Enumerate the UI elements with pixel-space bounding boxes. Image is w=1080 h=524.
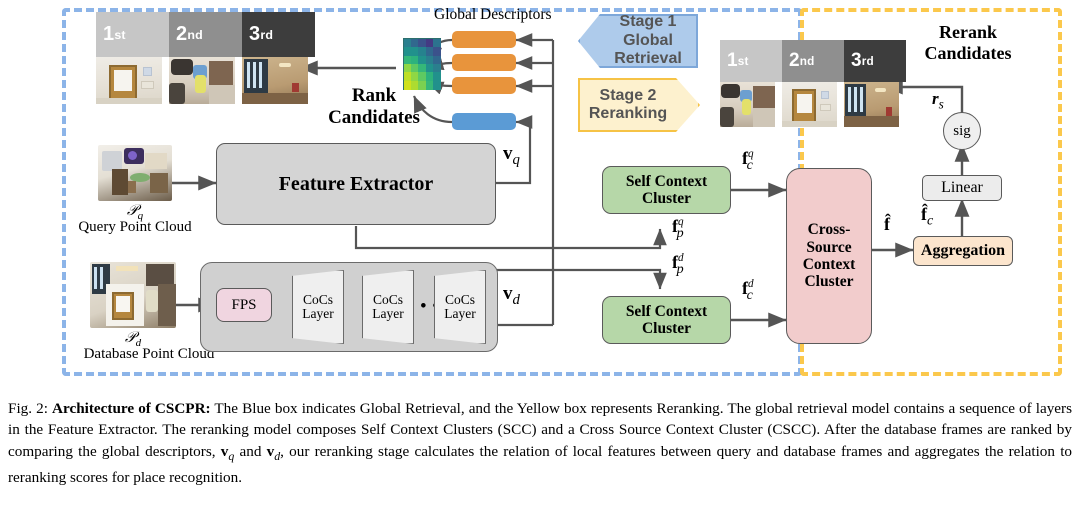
f-c-q-label: fqc	[742, 148, 754, 173]
f-hat-label: f̂	[884, 214, 890, 234]
rank-candidate-1-label: 1st	[96, 12, 169, 57]
global-descriptors-label: Global Descriptors	[434, 6, 552, 23]
query-point-cloud-caption: Query Point Cloud	[78, 219, 192, 235]
self-context-cluster-query-box: Self Context Cluster	[602, 166, 731, 214]
fps-box: FPS	[216, 288, 272, 322]
v-q-label: vq	[503, 143, 520, 168]
rerank-candidate-2-label: 2nd	[782, 40, 844, 82]
rank-candidate-2: 2nd	[169, 12, 242, 104]
figure-title: Architecture of CSCPR:	[52, 400, 211, 417]
heatmap-cell	[432, 80, 441, 90]
sigmoid-node: sig	[943, 112, 981, 150]
rank-candidate-3-label: 3rd	[242, 12, 315, 57]
rank-candidate-1: 1st	[96, 12, 169, 104]
rerank-candidate-2-image	[782, 82, 837, 127]
figure-caption: Fig. 2: Architecture of CSCPR: The Blue …	[8, 398, 1072, 489]
rank-candidate-2-image	[169, 57, 235, 104]
stage-2-arrow: Stage 2 Reranking	[578, 78, 700, 132]
cocs-layer-1: CoCs Layer	[292, 270, 344, 344]
rerank-candidate-1-image	[720, 82, 775, 127]
v-d-label: vd	[503, 283, 520, 308]
global-descriptor-bar-query	[452, 113, 516, 130]
query-point-cloud-image	[98, 145, 172, 201]
feature-extractor-box: Feature Extractor	[216, 143, 496, 225]
rerank-candidate-2: 2nd	[782, 40, 844, 127]
rerank-candidates-thumbnails: 1st 2nd 3rd	[720, 40, 906, 127]
similarity-heatmap	[403, 38, 441, 90]
rank-candidates-thumbnails: 1st 2nd 3rd	[96, 12, 315, 104]
rank-candidate-1-image	[96, 57, 162, 104]
f-p-d-label: fdp	[672, 252, 684, 277]
f-p-q-label: fqp	[672, 216, 684, 241]
global-descriptor-bar-1	[452, 31, 516, 48]
rerank-candidates-label: Rerank Candidates	[924, 22, 1012, 63]
rank-candidates-label: Rank Candidates	[328, 85, 420, 128]
rank-candidate-2-label: 2nd	[169, 12, 242, 57]
cocs-layer-2: CoCs Layer	[362, 270, 414, 344]
stage-1-arrow: Stage 1 Global Retrieval	[578, 14, 698, 68]
figure-number: Fig. 2:	[8, 400, 48, 417]
linear-box: Linear	[922, 175, 1002, 201]
f-hat-c-label: f̂c	[921, 204, 934, 229]
rerank-candidate-3-image	[844, 82, 899, 127]
global-descriptor-bar-2	[452, 54, 516, 71]
self-context-cluster-database-box: Self Context Cluster	[602, 296, 731, 344]
f-c-d-label: fdc	[742, 278, 754, 303]
database-point-cloud-image	[90, 262, 176, 328]
rank-candidate-3-image	[242, 57, 308, 104]
cross-source-context-cluster-box: Cross-Source Context Cluster	[786, 168, 872, 344]
cocs-layer-n: CoCs Layer	[434, 270, 486, 344]
global-descriptor-bar-3	[452, 77, 516, 94]
r-s-label: rs	[932, 89, 944, 112]
rerank-candidate-1-label: 1st	[720, 40, 782, 82]
rerank-candidate-1: 1st	[720, 40, 782, 127]
aggregation-box: Aggregation	[913, 236, 1013, 266]
